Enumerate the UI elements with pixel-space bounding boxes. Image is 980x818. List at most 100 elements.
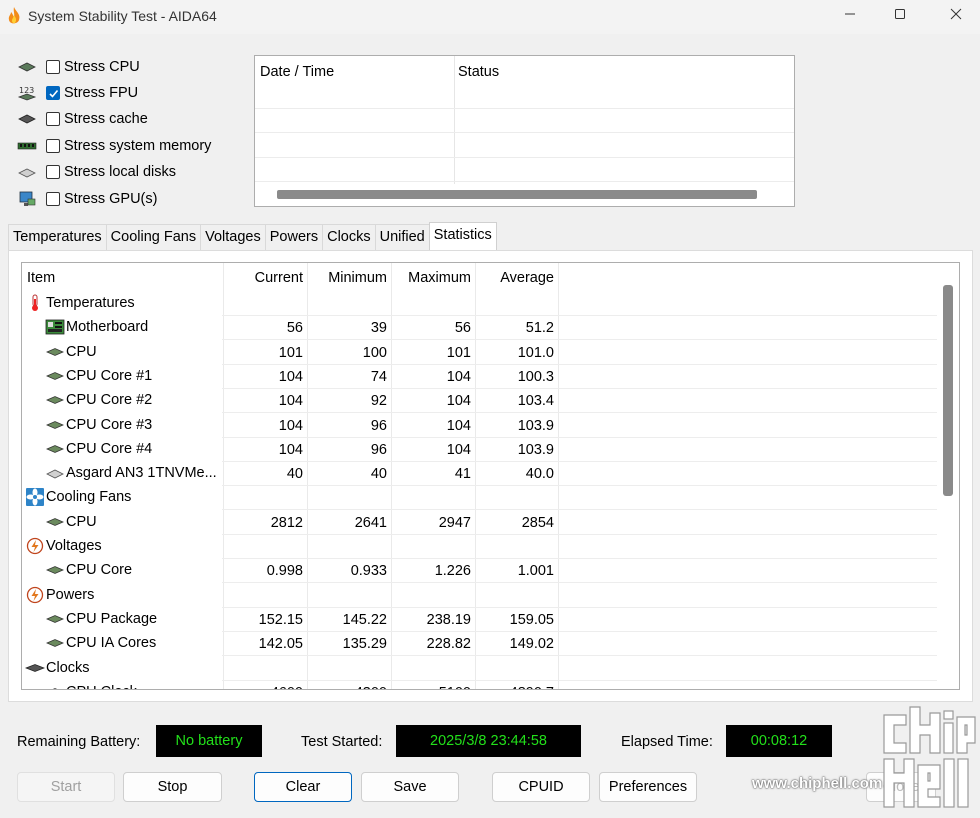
table-row[interactable]: CPU Core #3 104 96 104 103.9 [22, 414, 937, 438]
row-item-name: CPU Package [66, 610, 158, 627]
monitor-gpu-icon [16, 190, 38, 208]
col-header-maximum[interactable]: Maximum [391, 270, 471, 286]
log-gridline [255, 181, 794, 182]
stress-cache-option[interactable]: Stress cache [16, 108, 148, 130]
start-button[interactable]: Start [17, 772, 115, 802]
motherboard-icon [45, 318, 65, 336]
cpu-chip-icon [45, 391, 65, 409]
group-row[interactable]: Powers [22, 584, 937, 608]
log-col-date[interactable]: Date / Time [260, 64, 334, 80]
table-row[interactable]: CPU Package 152.15 145.22 238.19 159.05 [22, 608, 937, 632]
statistics-list[interactable]: Item Current Minimum Maximum Average Tem… [21, 262, 960, 690]
table-row[interactable]: CPU Core #4 104 96 104 103.9 [22, 438, 937, 462]
row-item-cell: CPU Core #2 [45, 391, 152, 409]
row-item-cell: CPU Core #3 [45, 416, 152, 434]
col-header-average[interactable]: Average [475, 270, 554, 286]
group-row[interactable]: Cooling Fans [22, 486, 937, 511]
log-horizontal-scrollbar[interactable] [277, 190, 757, 199]
row-average-value: 103.9 [517, 441, 554, 458]
stress-cache-label: Stress cache [64, 111, 148, 127]
stress-disks-option[interactable]: Stress local disks [16, 161, 176, 183]
table-row[interactable]: CPU Clock 4600 4300 5100 4890.7 [22, 681, 937, 689]
row-item-cell: Cooling Fans [25, 488, 132, 507]
tab-cooling-fans[interactable]: Cooling Fans [105, 224, 202, 250]
tab-unified[interactable]: Unified [374, 224, 430, 250]
col-header-item[interactable]: Item [27, 270, 55, 286]
save-button[interactable]: Save [361, 772, 459, 802]
row-item-name: CPU Core [66, 562, 133, 579]
row-maximum-value: 104 [446, 417, 471, 434]
row-current-value: 40 [286, 466, 303, 483]
table-row[interactable]: CPU IA Cores 142.05 135.29 228.82 149.02 [22, 632, 937, 657]
log-col-status[interactable]: Status [458, 64, 499, 80]
thermometer-icon [25, 294, 45, 312]
row-maximum-value: 238.19 [426, 611, 471, 628]
cpu-chip-icon [45, 440, 65, 458]
stress-gpu-checkbox[interactable] [46, 192, 60, 206]
row-item-cell: CPU Clock [45, 683, 137, 689]
table-row[interactable]: CPU 2812 2641 2947 2854 [22, 511, 937, 535]
stress-memory-checkbox[interactable] [46, 139, 60, 153]
stress-cpu-option[interactable]: Stress CPU [16, 56, 140, 78]
minimize-button[interactable] [824, 0, 876, 32]
row-average-value: 149.02 [509, 636, 554, 653]
stress-gpu-option[interactable]: Stress GPU(s) [16, 188, 157, 210]
stress-cpu-checkbox[interactable] [46, 60, 60, 74]
row-item-cell: CPU [45, 513, 97, 531]
power-icon [25, 586, 45, 604]
tab-voltages[interactable]: Voltages [200, 224, 266, 250]
row-maximum-value: 41 [454, 466, 471, 483]
tab-statistics[interactable]: Statistics [428, 222, 497, 250]
tab-clocks[interactable]: Clocks [322, 224, 376, 250]
table-row[interactable]: Motherboard 56 39 56 51.2 [22, 316, 937, 341]
row-minimum-value: 145.22 [342, 611, 387, 628]
col-header-current[interactable]: Current [223, 270, 303, 286]
row-item-name: CPU Core #1 [66, 367, 153, 384]
table-row[interactable]: CPU 101 100 101 101.0 [22, 341, 937, 365]
close-window-button[interactable] [930, 0, 980, 32]
stress-fpu-option[interactable]: 123 Stress FPU [16, 82, 138, 104]
log-gridline [255, 157, 794, 158]
table-row[interactable]: CPU Core #1 104 74 104 100.3 [22, 365, 937, 389]
cpu-chip-icon [45, 513, 65, 531]
stress-memory-option[interactable]: Stress system memory [16, 135, 211, 157]
group-row[interactable]: Temperatures [22, 292, 937, 316]
log-list[interactable]: Date / Time Status [254, 55, 795, 207]
maximize-button[interactable] [874, 0, 926, 32]
row-minimum-value: 0.933 [350, 563, 387, 580]
col-header-minimum[interactable]: Minimum [307, 270, 387, 286]
row-maximum-value: 2947 [438, 514, 471, 531]
clear-button[interactable]: Clear [254, 772, 352, 802]
row-maximum-value: 1.226 [434, 563, 471, 580]
cache-chip-icon [16, 110, 38, 128]
disk-drive-icon [16, 163, 38, 181]
stress-disks-checkbox[interactable] [46, 165, 60, 179]
stress-fpu-checkbox[interactable] [46, 86, 60, 100]
cpuid-button[interactable]: CPUID [492, 772, 590, 802]
tab-powers[interactable]: Powers [264, 224, 324, 250]
row-minimum-value: 40 [370, 466, 387, 483]
row-current-value: 101 [278, 344, 303, 361]
row-minimum-value: 100 [362, 344, 387, 361]
stress-cache-checkbox[interactable] [46, 112, 60, 126]
row-current-value: 2812 [270, 514, 303, 531]
preferences-button[interactable]: Preferences [599, 772, 697, 802]
cpu-chip-icon [45, 561, 65, 579]
row-item-cell: CPU Core #1 [45, 367, 152, 385]
close-icon [950, 8, 962, 24]
group-row[interactable]: Voltages [22, 535, 937, 559]
row-average-value: 101.0 [517, 344, 554, 361]
group-row[interactable]: Clocks [22, 657, 937, 681]
tab-temperatures[interactable]: Temperatures [8, 224, 107, 250]
table-row[interactable]: CPU Core #2 104 92 104 103.4 [22, 389, 937, 414]
row-item-cell: Powers [25, 586, 94, 604]
row-item-cell: CPU Core [45, 561, 132, 579]
row-item-name: CPU Core #2 [66, 392, 153, 409]
table-row[interactable]: CPU Core 0.998 0.933 1.226 1.001 [22, 559, 937, 584]
test-started-value: 2025/3/8 23:44:58 [396, 725, 581, 757]
stop-button[interactable]: Stop [123, 772, 222, 802]
row-item-name: Cooling Fans [46, 489, 132, 506]
table-row[interactable]: Asgard AN3 1TNVMe... 40 40 41 40.0 [22, 462, 937, 487]
log-header: Date / Time Status [255, 56, 794, 88]
vertical-scrollbar[interactable] [943, 285, 953, 496]
